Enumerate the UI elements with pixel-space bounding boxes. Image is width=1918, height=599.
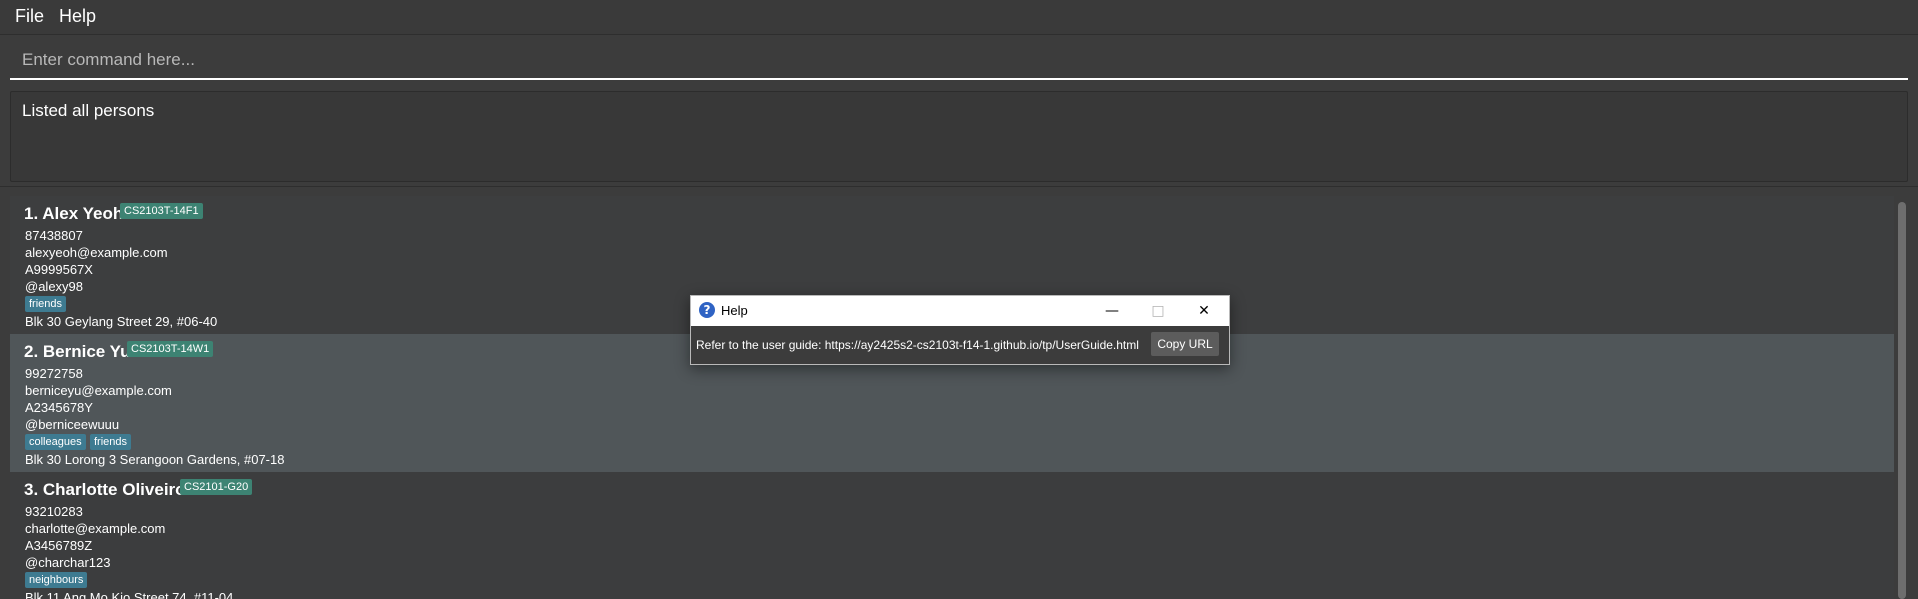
result-display: Listed all persons — [10, 91, 1908, 182]
person-phone: 87438807 — [25, 228, 83, 243]
person-email: charlotte@example.com — [25, 521, 166, 536]
help-content: Refer to the user guide: https://ay2425s… — [691, 326, 1229, 364]
command-box — [10, 42, 1908, 80]
menu-file[interactable]: File — [15, 6, 44, 27]
help-message: Refer to the user guide: https://ay2425s… — [696, 338, 1139, 352]
menu-bar: File Help — [0, 0, 1918, 35]
person-email: berniceyu@example.com — [25, 383, 172, 398]
person-address: Blk 30 Lorong 3 Serangoon Gardens, #07-1… — [25, 452, 285, 467]
person-list[interactable]: 1. Alex Yeoh CS2103T-14F1 87438807 alexy… — [10, 196, 1894, 599]
copy-url-button[interactable]: Copy URL — [1151, 332, 1219, 356]
scrollbar-thumb[interactable] — [1898, 202, 1906, 599]
person-name: 1. Alex Yeoh — [24, 204, 124, 223]
result-text: Listed all persons — [22, 101, 155, 120]
person-student-id: A9999567X — [25, 262, 93, 277]
person-student-id: A2345678Y — [25, 400, 93, 415]
person-student-id: A3456789Z — [25, 538, 93, 553]
help-dialog: ? Help — □ ✕ Refer to the user guide: ht… — [690, 295, 1230, 365]
person-email: alexyeoh@example.com — [25, 245, 168, 260]
tag: friends — [25, 296, 67, 312]
close-icon[interactable]: ✕ — [1181, 296, 1227, 326]
scrollbar[interactable] — [1896, 196, 1908, 599]
person-address: Blk 11 Ang Mo Kio Street 74, #11-04 — [25, 590, 234, 599]
person-phone: 93210283 — [25, 504, 83, 519]
question-icon: ? — [699, 302, 715, 318]
group-badge: CS2103T-14F1 — [120, 203, 203, 219]
divider — [0, 186, 1918, 187]
command-input[interactable] — [20, 46, 1894, 74]
minimize-icon[interactable]: — — [1089, 296, 1135, 326]
person-card[interactable]: 3. Charlotte Oliveiro CS2101-G20 9321028… — [10, 472, 1894, 599]
person-address: Blk 30 Geylang Street 29, #06-40 — [25, 314, 218, 329]
maximize-icon: □ — [1151, 303, 1165, 319]
tag: neighbours — [25, 572, 88, 588]
menu-help[interactable]: Help — [59, 6, 96, 27]
group-badge: CS2103T-14W1 — [127, 341, 214, 357]
person-name: 3. Charlotte Oliveiro — [24, 480, 186, 499]
tag: colleagues — [25, 434, 86, 450]
help-titlebar[interactable]: ? Help — □ ✕ — [691, 296, 1229, 326]
person-telegram: @berniceewuuu — [25, 417, 120, 432]
person-telegram: @charchar123 — [25, 555, 111, 570]
tag: friends — [90, 434, 132, 450]
person-phone: 99272758 — [25, 366, 83, 381]
person-name: 2. Bernice Yu — [24, 342, 131, 361]
help-title: Help — [721, 303, 748, 318]
person-telegram: @alexy98 — [25, 279, 84, 294]
group-badge: CS2101-G20 — [180, 479, 253, 495]
